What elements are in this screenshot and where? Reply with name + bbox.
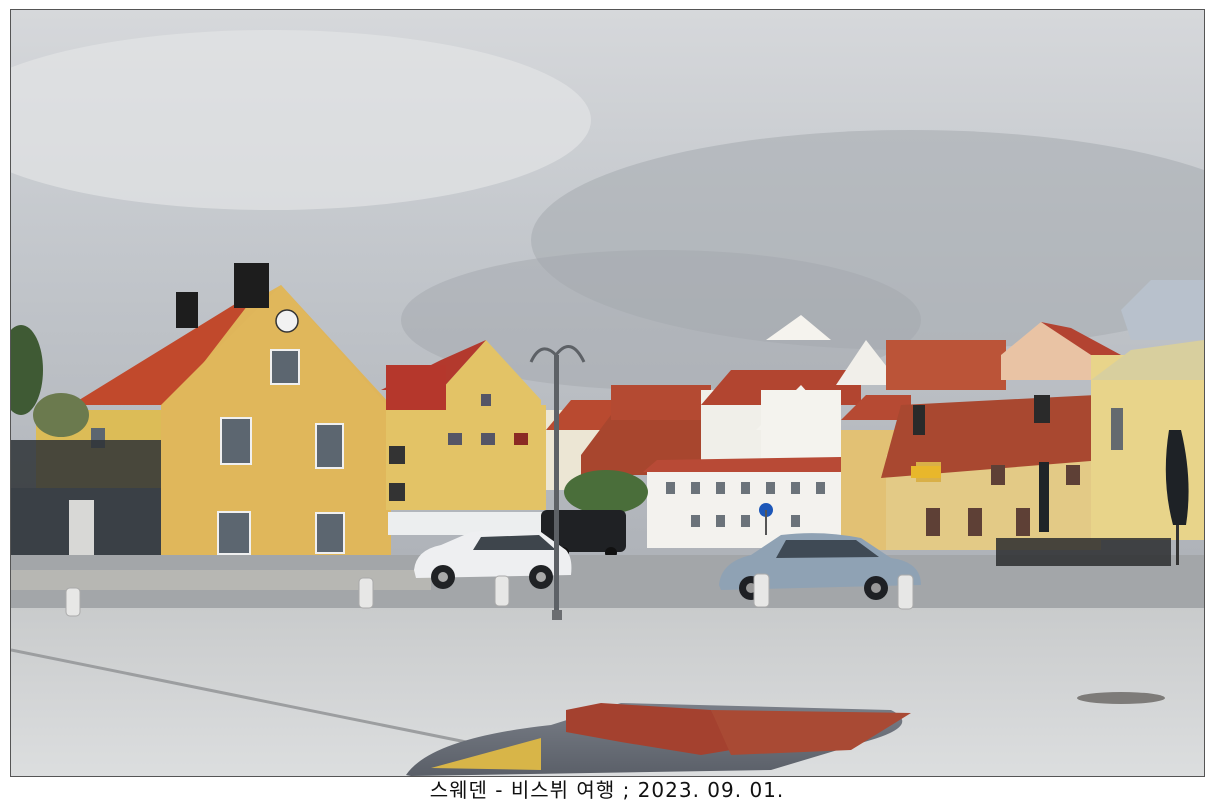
town-square-photo [11, 10, 1204, 776]
photo-frame [10, 9, 1205, 777]
photo-caption: 스웨덴 - 비스뷔 여행 ; 2023. 09. 01. [429, 778, 785, 802]
yellow-sign [911, 466, 941, 478]
road-sign-post [765, 510, 767, 535]
yellow-house-right [841, 395, 1103, 550]
hedge [564, 470, 648, 514]
manhole [1077, 692, 1165, 704]
